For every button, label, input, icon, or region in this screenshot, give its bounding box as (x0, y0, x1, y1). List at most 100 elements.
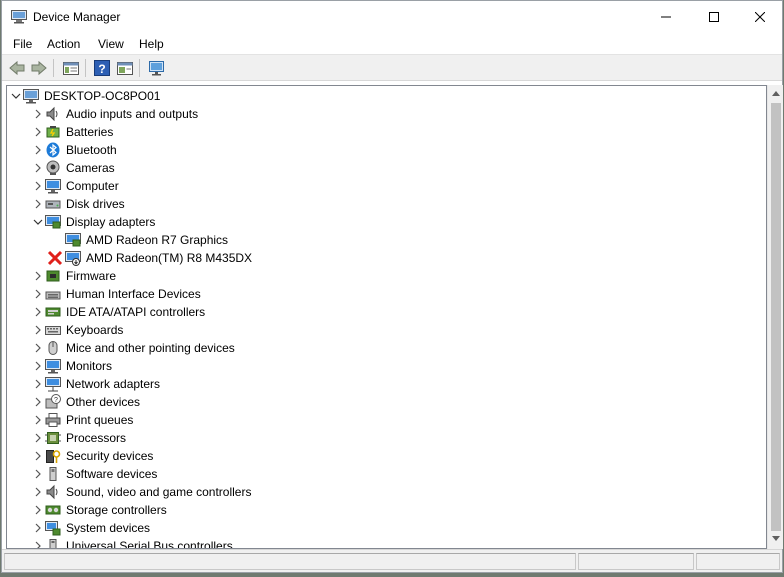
menu-view[interactable]: View (98, 37, 124, 51)
expand-chevron-icon[interactable] (31, 177, 45, 195)
tree-item-other-devices[interactable]: ? Other devices (31, 393, 140, 411)
camera-icon (46, 160, 60, 175)
device-tree[interactable]: DESKTOP-OC8PO01 Audio inputs and outputs… (6, 85, 767, 549)
expand-chevron-icon[interactable] (31, 123, 45, 141)
tree-item-sound-controllers[interactable]: Sound, video and game controllers (31, 483, 251, 501)
menu-action[interactable]: Action (47, 37, 80, 51)
tree-item-amd-radeon-r7[interactable]: AMD Radeon R7 Graphics (65, 231, 228, 249)
status-bar (2, 549, 782, 572)
expand-chevron-icon[interactable] (31, 537, 45, 548)
expand-chevron-icon[interactable] (31, 411, 45, 429)
tree-item-display-adapters[interactable]: Display adapters (31, 213, 155, 231)
close-icon (755, 12, 765, 22)
ide-controller-icon (45, 307, 61, 317)
scan-hardware-icon[interactable] (148, 59, 166, 77)
title-bar: Device Manager (2, 1, 782, 33)
hid-icon (45, 291, 61, 300)
collapse-chevron-icon[interactable] (9, 87, 23, 105)
tree-item-audio[interactable]: Audio inputs and outputs (31, 105, 198, 123)
minimize-button[interactable] (643, 1, 689, 33)
expand-chevron-icon[interactable] (31, 447, 45, 465)
expand-chevron-icon[interactable] (31, 357, 45, 375)
error-x-icon (47, 250, 63, 266)
tree-item-keyboards[interactable]: Keyboards (31, 321, 123, 339)
computer-icon (23, 89, 39, 104)
expand-chevron-icon[interactable] (31, 159, 45, 177)
battery-icon (46, 126, 60, 138)
toolbar-separator (139, 59, 140, 77)
expand-chevron-icon[interactable] (31, 519, 45, 537)
expand-chevron-icon[interactable] (31, 375, 45, 393)
other-devices-icon: ? (45, 394, 61, 409)
forward-arrow-icon[interactable] (30, 59, 48, 77)
vertical-scrollbar[interactable] (767, 85, 783, 549)
tree-item-firmware[interactable]: Firmware (31, 267, 116, 285)
printer-icon (45, 413, 61, 427)
toolbar-separator (85, 59, 86, 77)
expand-chevron-icon[interactable] (31, 501, 45, 519)
mouse-icon (48, 341, 58, 355)
help-icon[interactable]: ? (93, 59, 111, 77)
status-pane-tertiary (696, 553, 780, 570)
back-arrow-icon[interactable] (8, 59, 26, 77)
expand-chevron-icon[interactable] (31, 285, 45, 303)
disk-drive-icon (45, 200, 61, 209)
expand-chevron-icon[interactable] (31, 141, 45, 159)
expand-chevron-icon[interactable] (31, 393, 45, 411)
expand-chevron-icon[interactable] (31, 195, 45, 213)
menu-help[interactable]: Help (139, 37, 164, 51)
collapse-chevron-icon[interactable] (31, 213, 45, 231)
close-button[interactable] (737, 1, 783, 33)
security-device-icon (46, 450, 61, 463)
tree-item-software-devices[interactable]: Software devices (31, 465, 157, 483)
tree-item-amd-radeon-r8[interactable]: AMD Radeon(TM) R8 M435DX (47, 249, 252, 267)
display-adapter-disabled-icon (65, 251, 81, 266)
tree-root-node[interactable]: DESKTOP-OC8PO01 (9, 87, 160, 105)
usb-controller-icon (49, 539, 57, 548)
expand-chevron-icon[interactable] (31, 105, 45, 123)
properties-icon[interactable] (62, 59, 80, 77)
bluetooth-icon (46, 142, 60, 158)
tree-item-network-adapters[interactable]: Network adapters (31, 375, 160, 393)
toolbar-separator (53, 59, 54, 77)
tree-item-storage-controllers[interactable]: Storage controllers (31, 501, 167, 519)
tree-item-computer[interactable]: Computer (31, 177, 119, 195)
storage-controller-icon (45, 505, 61, 515)
expand-chevron-icon[interactable] (31, 483, 45, 501)
tree-item-bluetooth[interactable]: Bluetooth (31, 141, 117, 159)
tree-item-cameras[interactable]: Cameras (31, 159, 115, 177)
menu-file[interactable]: File (13, 37, 32, 51)
tree-item-ide-controllers[interactable]: IDE ATA/ATAPI controllers (31, 303, 205, 321)
status-pane-main (4, 553, 576, 570)
tree-item-processors[interactable]: Processors (31, 429, 126, 447)
expand-chevron-icon[interactable] (31, 303, 45, 321)
minimize-icon (661, 16, 671, 18)
scrollbar-thumb[interactable] (771, 103, 781, 531)
update-driver-icon[interactable] (116, 59, 134, 77)
speaker-icon (46, 106, 58, 122)
tree-item-mice[interactable]: Mice and other pointing devices (31, 339, 235, 357)
tree-item-print-queues[interactable]: Print queues (31, 411, 133, 429)
tree-item-security-devices[interactable]: Security devices (31, 447, 153, 465)
scroll-up-arrow-icon[interactable] (768, 85, 784, 101)
scroll-down-arrow-icon[interactable] (768, 531, 784, 547)
monitor-icon (45, 359, 61, 374)
keyboard-icon (45, 326, 61, 335)
tree-item-hid[interactable]: Human Interface Devices (31, 285, 201, 303)
expand-chevron-icon[interactable] (31, 267, 45, 285)
tree-item-system-devices[interactable]: System devices (31, 519, 150, 537)
expand-chevron-icon[interactable] (31, 321, 45, 339)
maximize-icon (709, 12, 719, 22)
tree-item-usb-controllers[interactable]: Universal Serial Bus controllers (31, 537, 233, 548)
sound-controller-icon (46, 484, 58, 500)
maximize-button[interactable] (691, 1, 737, 33)
toolbar: ? (2, 55, 782, 81)
tree-item-disk-drives[interactable]: Disk drives (31, 195, 125, 213)
tree-item-monitors[interactable]: Monitors (31, 357, 112, 375)
tree-item-batteries[interactable]: Batteries (31, 123, 113, 141)
expand-chevron-icon[interactable] (31, 429, 45, 447)
expand-chevron-icon[interactable] (31, 465, 45, 483)
network-adapter-icon (45, 377, 61, 392)
display-adapter-icon (45, 215, 61, 229)
expand-chevron-icon[interactable] (31, 339, 45, 357)
